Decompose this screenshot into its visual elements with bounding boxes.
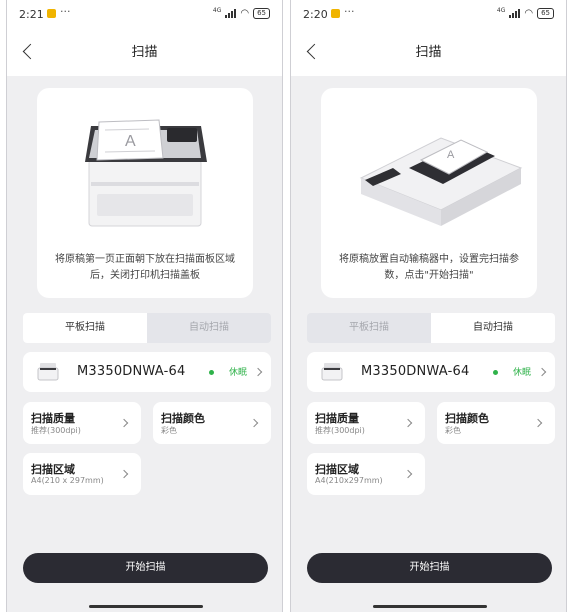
- signal-icon: [225, 9, 237, 18]
- status-bar: 2:20 ··· 4G ◠ 65: [291, 0, 566, 28]
- setting-value: 推荐(300dpi): [31, 426, 81, 435]
- start-scan-button[interactable]: 开始扫描: [23, 553, 268, 583]
- battery-icon: 65: [253, 8, 270, 19]
- instruction-text: 将原稿放置自动输稿器中，设置完扫描参数，点击"开始扫描": [339, 254, 519, 281]
- phone-screen-auto-scan: 2:20 ··· 4G ◠ 65 扫描 A 将原稿放置自动输稿器中，设置完扫描参…: [290, 0, 567, 612]
- printer-status: 休眠: [512, 368, 531, 378]
- printer-name: M3350DNWA-64: [361, 364, 470, 379]
- start-scan-button[interactable]: 开始扫描: [307, 553, 552, 583]
- network-type: 4G: [496, 7, 506, 14]
- setting-value: 彩色: [445, 426, 461, 435]
- scan-color-setting[interactable]: 扫描颜色 彩色: [153, 402, 271, 444]
- setting-title: 扫描区域: [315, 463, 359, 476]
- printer-adf-illustration: A: [359, 137, 523, 226]
- battery-icon: 65: [537, 8, 554, 19]
- status-time: 2:21: [19, 8, 44, 21]
- chevron-right-icon: [249, 418, 259, 428]
- scan-instruction-card: A 将原稿第一页正面朝下放在扫描面板区域后，关闭打印机扫描盖板: [37, 88, 253, 298]
- printer-icon: [321, 363, 343, 381]
- printer-selector[interactable]: M3350DNWA-64 休眠: [307, 352, 555, 392]
- scan-color-setting[interactable]: 扫描颜色 彩色: [437, 402, 555, 444]
- wifi-icon: ◠: [240, 8, 250, 19]
- scan-area-setting[interactable]: 扫描区域 A4(210 x 297mm): [23, 453, 141, 495]
- printer-icon: [37, 363, 59, 381]
- status-indicators: 4G ◠ 65: [496, 7, 554, 19]
- tab-flatbed-scan[interactable]: 平板扫描: [23, 313, 147, 343]
- status-time: 2:20: [303, 8, 328, 21]
- printer-selector[interactable]: M3350DNWA-64 休眠: [23, 352, 271, 392]
- printer-name: M3350DNWA-64: [77, 364, 186, 379]
- status-dot-icon: [493, 370, 498, 375]
- page-title: 扫描: [415, 45, 442, 60]
- navigation-bar: 扫描: [291, 28, 566, 76]
- scan-mode-tabs: 平板扫描 自动扫描: [23, 313, 271, 343]
- status-bar: 2:21 ··· 4G ◠ 65: [7, 0, 282, 28]
- setting-value: A4(210 x 297mm): [31, 476, 104, 485]
- phone-screen-flatbed-scan: 2:21 ··· 4G ◠ 65 扫描 A 将原稿第一页正面朝下放在扫描面板区域…: [6, 0, 283, 612]
- setting-title: 扫描质量: [315, 412, 359, 425]
- setting-title: 扫描颜色: [161, 412, 205, 425]
- tab-flatbed-scan[interactable]: 平板扫描: [307, 313, 431, 343]
- home-indicator[interactable]: [89, 605, 203, 608]
- navigation-bar: 扫描: [7, 28, 282, 76]
- printer-flatbed-illustration: A: [85, 119, 207, 227]
- chevron-right-icon: [119, 469, 129, 479]
- network-type: 4G: [212, 7, 222, 14]
- chevron-right-icon: [403, 418, 413, 428]
- notification-icon: [47, 9, 56, 18]
- setting-title: 扫描颜色: [445, 412, 489, 425]
- setting-title: 扫描质量: [31, 412, 75, 425]
- scan-quality-setting[interactable]: 扫描质量 推荐(300dpi): [307, 402, 425, 444]
- scan-area-setting[interactable]: 扫描区域 A4(210x297mm): [307, 453, 425, 495]
- chevron-right-icon: [533, 418, 543, 428]
- status-indicators: 4G ◠ 65: [212, 7, 270, 19]
- setting-title: 扫描区域: [31, 463, 75, 476]
- scan-instruction-card: A 将原稿放置自动输稿器中，设置完扫描参数，点击"开始扫描": [321, 88, 537, 298]
- signal-icon: [509, 9, 521, 18]
- tab-auto-scan[interactable]: 自动扫描: [431, 313, 555, 343]
- setting-value: A4(210x297mm): [315, 476, 383, 485]
- setting-value: 彩色: [161, 426, 177, 435]
- home-indicator[interactable]: [373, 605, 487, 608]
- wifi-icon: ◠: [524, 8, 534, 19]
- svg-text:A: A: [447, 149, 455, 161]
- status-more-dots: ···: [344, 5, 355, 18]
- page-title: 扫描: [131, 45, 158, 60]
- chevron-right-icon: [253, 367, 263, 377]
- chevron-right-icon: [537, 367, 547, 377]
- instruction-text: 将原稿第一页正面朝下放在扫描面板区域后，关闭打印机扫描盖板: [55, 254, 235, 281]
- notification-icon: [331, 9, 340, 18]
- chevron-right-icon: [403, 469, 413, 479]
- svg-text:A: A: [125, 133, 136, 150]
- setting-value: 推荐(300dpi): [315, 426, 365, 435]
- status-dot-icon: [209, 370, 214, 375]
- printer-status: 休眠: [228, 368, 247, 378]
- scan-mode-tabs: 平板扫描 自动扫描: [307, 313, 555, 343]
- scan-quality-setting[interactable]: 扫描质量 推荐(300dpi): [23, 402, 141, 444]
- status-more-dots: ···: [60, 5, 71, 18]
- chevron-right-icon: [119, 418, 129, 428]
- tab-auto-scan[interactable]: 自动扫描: [147, 313, 271, 343]
